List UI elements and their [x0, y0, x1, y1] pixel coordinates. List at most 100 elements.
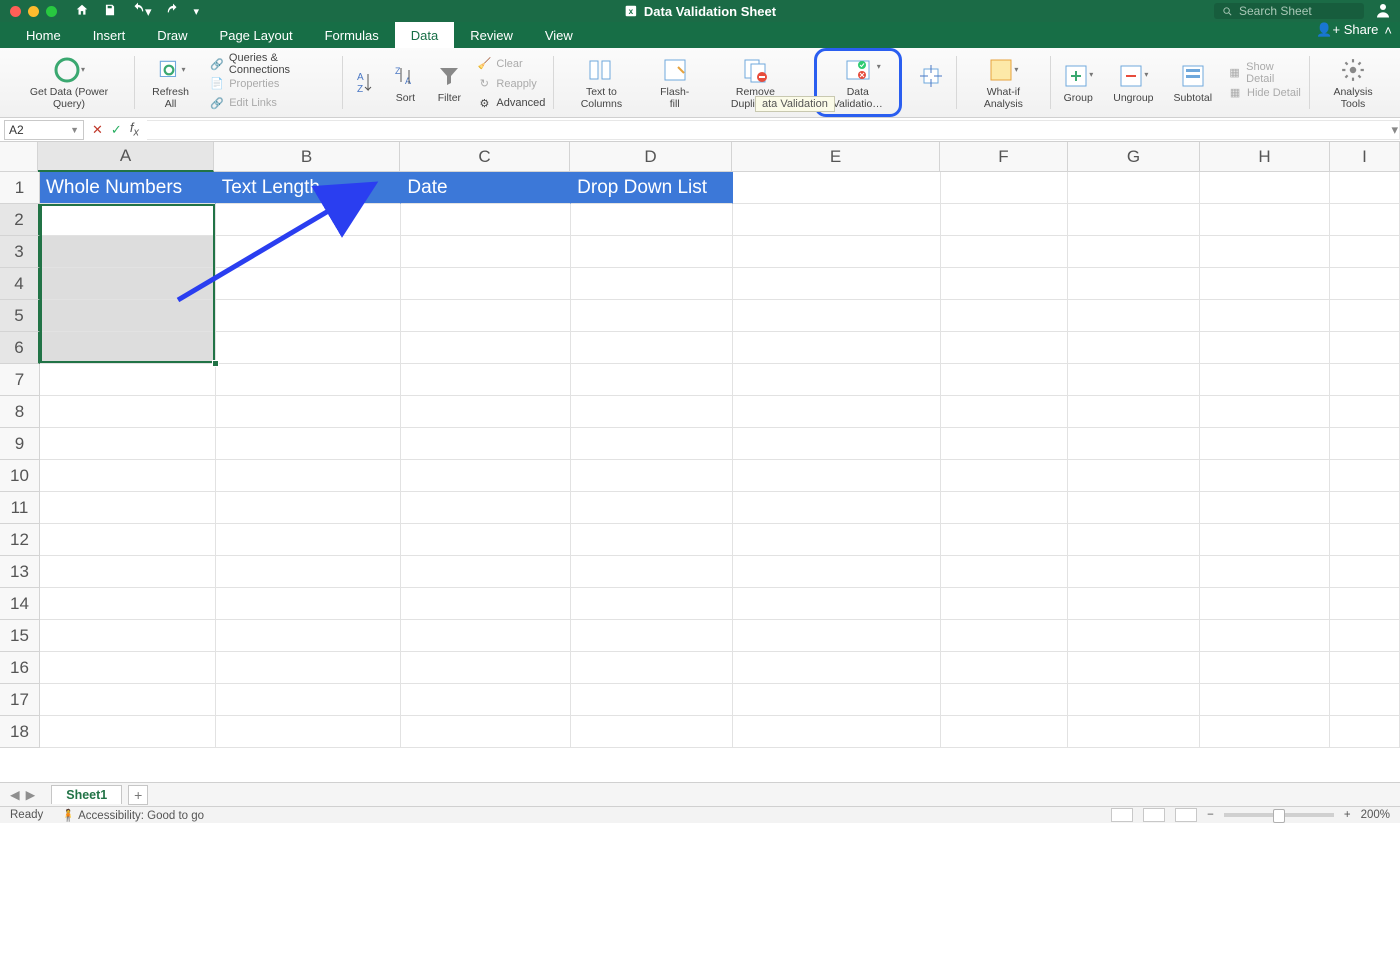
- cell-B9[interactable]: [216, 428, 402, 460]
- cell-E16[interactable]: [733, 652, 941, 684]
- tab-insert[interactable]: Insert: [77, 22, 142, 48]
- cell-A2[interactable]: [40, 204, 216, 236]
- cell-E13[interactable]: [733, 556, 941, 588]
- cell-A3[interactable]: [40, 236, 216, 268]
- cell-B17[interactable]: [216, 684, 402, 716]
- sort-button[interactable]: ZA Sort: [389, 59, 421, 107]
- cell-I10[interactable]: [1330, 460, 1400, 492]
- cell-H18[interactable]: [1200, 716, 1330, 748]
- cell-D12[interactable]: [571, 524, 733, 556]
- cell-F14[interactable]: [941, 588, 1069, 620]
- ungroup-button[interactable]: ▾Ungroup: [1109, 59, 1157, 107]
- cell-E4[interactable]: [733, 268, 941, 300]
- cell-G7[interactable]: [1068, 364, 1200, 396]
- column-header-F[interactable]: F: [940, 142, 1068, 172]
- sort-az-button[interactable]: AZ: [351, 66, 377, 100]
- edit-links-button[interactable]: 🔗Edit Links: [210, 94, 277, 114]
- row-header-6[interactable]: 6: [0, 332, 40, 364]
- cell-E18[interactable]: [733, 716, 941, 748]
- enter-formula-icon[interactable]: ✓: [111, 122, 122, 138]
- save-icon[interactable]: [103, 3, 117, 20]
- cell-B1[interactable]: Text Length: [216, 172, 402, 204]
- cell-F7[interactable]: [941, 364, 1069, 396]
- cell-I13[interactable]: [1330, 556, 1400, 588]
- analysis-tools-button[interactable]: Analysis Tools: [1318, 53, 1388, 112]
- row-header-14[interactable]: 14: [0, 588, 40, 620]
- cell-F9[interactable]: [941, 428, 1069, 460]
- cell-E2[interactable]: [733, 204, 941, 236]
- cell-D14[interactable]: [571, 588, 733, 620]
- cell-D2[interactable]: [571, 204, 733, 236]
- expand-formula-bar-icon[interactable]: ▾: [1391, 122, 1398, 138]
- zoom-in-button[interactable]: +: [1344, 809, 1351, 821]
- row-header-16[interactable]: 16: [0, 652, 40, 684]
- row-header-4[interactable]: 4: [0, 268, 40, 300]
- cell-A17[interactable]: [40, 684, 216, 716]
- close-window[interactable]: [10, 6, 21, 17]
- column-header-D[interactable]: D: [570, 142, 732, 172]
- cell-I4[interactable]: [1330, 268, 1400, 300]
- cell-G9[interactable]: [1068, 428, 1200, 460]
- consolidate-button[interactable]: [914, 59, 948, 107]
- cell-C14[interactable]: [401, 588, 571, 620]
- cell-F4[interactable]: [941, 268, 1069, 300]
- cell-I1[interactable]: [1330, 172, 1400, 204]
- cell-C3[interactable]: [401, 236, 571, 268]
- cell-H16[interactable]: [1200, 652, 1330, 684]
- cell-E6[interactable]: [733, 332, 941, 364]
- cell-C18[interactable]: [401, 716, 571, 748]
- cell-E3[interactable]: [733, 236, 941, 268]
- cell-H8[interactable]: [1200, 396, 1330, 428]
- refresh-all-button[interactable]: ▾ Refresh All: [143, 53, 198, 112]
- properties-button[interactable]: 📄Properties: [210, 74, 279, 94]
- cell-E8[interactable]: [733, 396, 941, 428]
- cell-G13[interactable]: [1068, 556, 1200, 588]
- cell-I14[interactable]: [1330, 588, 1400, 620]
- column-header-I[interactable]: I: [1330, 142, 1400, 172]
- cell-B7[interactable]: [216, 364, 402, 396]
- sheet-nav-prev[interactable]: ◀: [10, 787, 20, 802]
- cell-A12[interactable]: [40, 524, 216, 556]
- cell-E11[interactable]: [733, 492, 941, 524]
- cell-F3[interactable]: [941, 236, 1069, 268]
- row-header-9[interactable]: 9: [0, 428, 40, 460]
- cell-C6[interactable]: [401, 332, 571, 364]
- cell-D7[interactable]: [571, 364, 733, 396]
- zoom-out-button[interactable]: −: [1207, 809, 1214, 821]
- row-header-1[interactable]: 1: [0, 172, 40, 204]
- cell-B3[interactable]: [216, 236, 402, 268]
- cell-F8[interactable]: [941, 396, 1069, 428]
- cell-G17[interactable]: [1068, 684, 1200, 716]
- collapse-ribbon-icon[interactable]: ˄: [1384, 23, 1392, 38]
- cell-A10[interactable]: [40, 460, 216, 492]
- cell-A5[interactable]: [40, 300, 216, 332]
- cell-E17[interactable]: [733, 684, 941, 716]
- cell-I5[interactable]: [1330, 300, 1400, 332]
- cell-I12[interactable]: [1330, 524, 1400, 556]
- cell-C9[interactable]: [401, 428, 571, 460]
- column-header-A[interactable]: A: [38, 142, 214, 172]
- cell-H6[interactable]: [1200, 332, 1330, 364]
- tab-review[interactable]: Review: [454, 22, 529, 48]
- cell-I17[interactable]: [1330, 684, 1400, 716]
- cell-H17[interactable]: [1200, 684, 1330, 716]
- cell-A18[interactable]: [40, 716, 216, 748]
- cell-B5[interactable]: [216, 300, 402, 332]
- cell-E9[interactable]: [733, 428, 941, 460]
- advanced-filter-button[interactable]: ⚙Advanced: [477, 93, 545, 113]
- select-all-corner[interactable]: [0, 142, 38, 172]
- row-header-2[interactable]: 2: [0, 204, 40, 236]
- cell-A6[interactable]: [40, 332, 216, 364]
- cell-G12[interactable]: [1068, 524, 1200, 556]
- cell-F13[interactable]: [941, 556, 1069, 588]
- row-header-10[interactable]: 10: [0, 460, 40, 492]
- tab-draw[interactable]: Draw: [141, 22, 203, 48]
- fill-handle[interactable]: [212, 360, 219, 367]
- cell-G3[interactable]: [1068, 236, 1200, 268]
- cell-F18[interactable]: [941, 716, 1069, 748]
- cell-H11[interactable]: [1200, 492, 1330, 524]
- cell-F1[interactable]: [941, 172, 1069, 204]
- cell-H4[interactable]: [1200, 268, 1330, 300]
- show-detail-button[interactable]: ▦Show Detail: [1228, 63, 1301, 83]
- cell-B13[interactable]: [216, 556, 402, 588]
